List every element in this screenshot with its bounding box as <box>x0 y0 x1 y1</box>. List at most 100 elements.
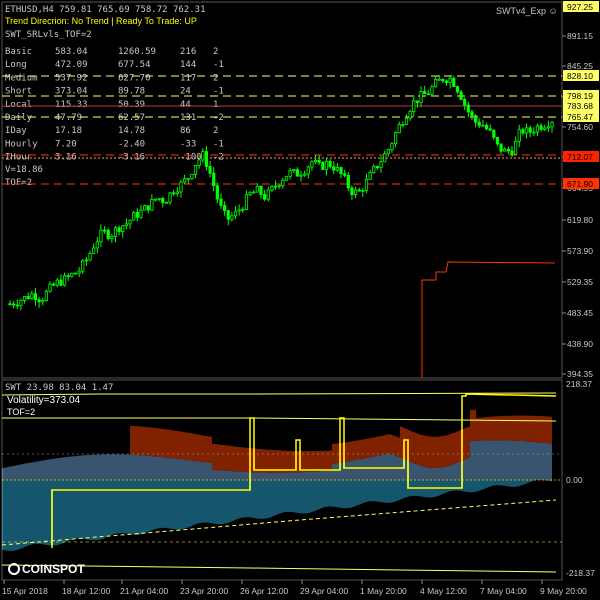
levels-row-hourly-cell: -33 <box>180 139 196 149</box>
candle-body <box>255 185 259 193</box>
candle-body <box>22 296 27 301</box>
candle-body <box>153 198 158 201</box>
levels-row-local-cell: 1 <box>213 100 218 110</box>
candle-body <box>477 121 481 126</box>
levels-row-medium-cell: 537.92 <box>55 73 88 83</box>
candle-body <box>248 191 252 196</box>
levels-row-daily-cell: -2 <box>213 113 224 123</box>
candle-body <box>433 79 438 88</box>
candle-body <box>528 127 532 133</box>
trading-chart[interactable]: ETHUSD,H4 759.81 765.69 758.72 762.31 Tr… <box>0 0 600 600</box>
expert-label[interactable]: SWTv4_Exp ☺ <box>496 6 558 16</box>
candle-body <box>92 247 96 254</box>
price-tick-label: 394.35 <box>567 369 593 379</box>
candle-body <box>168 192 172 203</box>
candle-body <box>37 299 41 303</box>
candle-body <box>266 189 270 200</box>
price-tag-text: 671.90 <box>567 179 593 189</box>
price-tick-label: 845.25 <box>567 61 593 71</box>
candle-body <box>26 296 30 300</box>
candle-body <box>204 151 209 167</box>
price-tag-top-text: 927.25 <box>567 2 593 12</box>
levels-row-basic-cell: 583.04 <box>55 47 88 57</box>
candle-body <box>233 210 238 217</box>
price-tick-label: 754.60 <box>567 122 593 132</box>
candle-body <box>44 290 48 301</box>
candle-body <box>383 153 387 163</box>
levels-row-medium-cell: 117 <box>180 73 196 83</box>
levels-row-short-cell: -1 <box>213 87 224 97</box>
candle-body <box>463 99 467 106</box>
candle-body <box>419 91 423 103</box>
candle-body <box>124 223 129 227</box>
levels-row-daily-cell: 62.57 <box>118 113 145 123</box>
trend-label: Trend Direcrion: No Trend | Ready To Tra… <box>5 16 197 26</box>
price-tag-text: 783.68 <box>567 101 593 111</box>
candle-body <box>142 205 147 211</box>
time-tick-label: 7 May 04:00 <box>480 586 527 596</box>
candle-body <box>386 149 390 155</box>
levels-row-short-cell: 24 <box>180 87 191 97</box>
brand-logo-text: COINSPOT <box>22 562 85 576</box>
candle-body <box>183 178 187 183</box>
candle-body <box>481 124 485 127</box>
candle-body <box>459 91 463 100</box>
candle-body <box>208 166 212 174</box>
candle-body <box>484 124 489 130</box>
candle-body <box>426 93 430 96</box>
price-tick-label: 529.35 <box>567 277 593 287</box>
time-tick-label: 21 Apr 04:00 <box>120 586 168 596</box>
candle-body <box>66 275 70 278</box>
candle-body <box>299 174 303 177</box>
candle-body <box>95 241 99 249</box>
candle-body <box>135 212 139 218</box>
candle-body <box>353 189 358 196</box>
candle-body <box>368 172 372 180</box>
sub-axis-top: 218.37 <box>566 379 592 389</box>
price-tick-label: 483.45 <box>567 308 593 318</box>
candle-body <box>284 175 289 181</box>
levels-row-hourly-cell: Hourly <box>5 139 38 149</box>
candle-body <box>226 210 230 220</box>
candle-body <box>408 111 412 119</box>
candle-body <box>292 169 296 172</box>
candle-body <box>186 178 190 180</box>
levels-row-short-cell: 373.04 <box>55 87 88 97</box>
candle-body <box>190 173 194 179</box>
candle-body <box>514 140 518 155</box>
candle-body <box>19 300 23 306</box>
sub-axis-mid: 0.00 <box>566 475 583 485</box>
time-tick-label: 23 Apr 20:00 <box>180 586 228 596</box>
candle-body <box>62 275 67 286</box>
candle-body <box>102 229 107 232</box>
candle-body <box>317 159 321 163</box>
levels-row-long-cell: 472.09 <box>55 60 88 70</box>
levels-row-basic-cell: 2 <box>213 47 218 57</box>
candle-body <box>12 303 16 306</box>
candle-body <box>161 198 165 203</box>
candle-body <box>113 227 118 237</box>
candle-body <box>372 165 376 173</box>
candle-body <box>364 178 369 191</box>
levels-row-basic-cell: 1260.59 <box>118 47 156 57</box>
levels-row-long-cell: Long <box>5 60 27 70</box>
candle-body <box>390 143 394 151</box>
levels-row-iday-cell: 17.18 <box>55 126 82 136</box>
candle-body <box>492 129 496 138</box>
candle-body <box>252 191 256 194</box>
candle-body <box>139 209 143 218</box>
candle-body <box>288 170 292 177</box>
candle-body <box>8 303 12 306</box>
candle-body <box>215 185 219 200</box>
candle-body <box>404 117 409 125</box>
candle-body <box>48 283 52 292</box>
candle-body <box>128 219 132 225</box>
price-tag-text: 798.19 <box>567 91 593 101</box>
tof-label: TOF=2 <box>5 178 32 188</box>
indicator-name: SWT_SRLvls_TOF=2 <box>5 30 92 40</box>
candle-body <box>277 185 281 187</box>
candle-body <box>33 293 38 300</box>
time-tick-label: 26 Apr 12:00 <box>240 586 288 596</box>
levels-row-hourly-cell: 7.20 <box>55 139 77 149</box>
candle-body <box>401 124 405 126</box>
